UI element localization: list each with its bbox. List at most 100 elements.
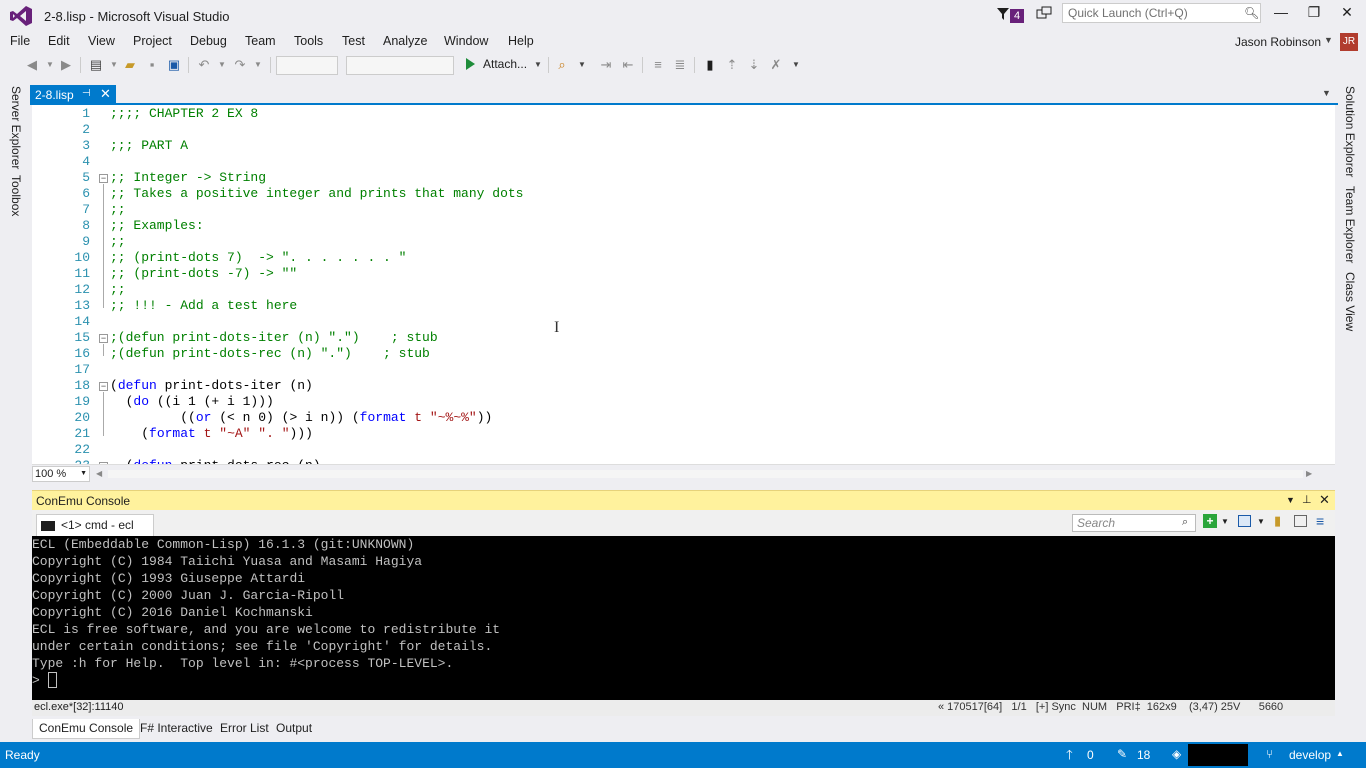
document-tab[interactable]: 2-8.lisp ⊣ ✕ bbox=[30, 85, 116, 105]
class-view-tab[interactable]: Class View bbox=[1343, 272, 1357, 331]
close-tab-icon[interactable]: ✕ bbox=[100, 86, 111, 102]
chevron-down-icon[interactable]: ▼ bbox=[42, 57, 58, 73]
quick-launch-input[interactable]: Quick Launch (Ctrl+Q) bbox=[1062, 3, 1261, 23]
redo-icon[interactable]: ↷ bbox=[232, 57, 248, 73]
console-output[interactable]: ECL (Embeddable Common-Lisp) 16.1.3 (git… bbox=[32, 536, 1335, 700]
repository-name-redacted[interactable] bbox=[1188, 744, 1248, 766]
window-mode-icon[interactable] bbox=[1294, 515, 1307, 527]
menu-analyze[interactable]: Analyze bbox=[383, 34, 427, 48]
repository-icon[interactable]: ◈ bbox=[1172, 747, 1181, 761]
menu-help[interactable]: Help bbox=[508, 34, 534, 48]
previous-bookmark-icon[interactable]: ⇡ bbox=[724, 57, 740, 73]
lock-icon[interactable]: ▮ bbox=[1274, 513, 1281, 529]
collapse-icon[interactable]: − bbox=[99, 382, 108, 391]
menu-icon[interactable]: ≡ bbox=[1316, 513, 1324, 529]
notification-flag-icon[interactable] bbox=[996, 7, 1010, 21]
horizontal-scrollbar[interactable] bbox=[108, 470, 1303, 478]
code-editor[interactable]: 1 ;;;; CHAPTER 2 EX 8 2 3 ;;; PART A 4 5 ;; Int… bbox=[32, 105, 1335, 466]
chevron-down-icon[interactable]: ▼ bbox=[1286, 495, 1295, 505]
back-icon[interactable]: ◀ bbox=[24, 57, 40, 73]
avatar[interactable]: JR bbox=[1340, 33, 1358, 51]
chevron-down-icon[interactable]: ▼ bbox=[80, 470, 87, 477]
pin-icon[interactable]: ⊥ bbox=[1302, 493, 1312, 506]
arrow-up-icon[interactable]: 🡑︎ bbox=[1066, 746, 1073, 768]
search-icon[interactable]: 🔍︎ bbox=[1244, 6, 1259, 20]
scroll-right-icon[interactable]: ▶ bbox=[1306, 469, 1312, 478]
start-debug-icon[interactable] bbox=[466, 58, 475, 70]
chevron-down-icon[interactable]: ▼ bbox=[106, 57, 122, 73]
chevron-down-icon[interactable]: ▼ bbox=[1257, 517, 1265, 526]
tab-list-dropdown-icon[interactable]: ▼ bbox=[1322, 88, 1331, 98]
feedback-icon[interactable] bbox=[1036, 6, 1052, 22]
tab-fsharp-interactive[interactable]: F# Interactive bbox=[134, 719, 219, 739]
team-explorer-tab[interactable]: Team Explorer bbox=[1343, 186, 1357, 263]
menu-team[interactable]: Team bbox=[245, 34, 276, 48]
menu-tools[interactable]: Tools bbox=[294, 34, 323, 48]
outdent-icon[interactable]: ⇤ bbox=[620, 57, 636, 73]
outline-line bbox=[103, 184, 104, 308]
branch-icon[interactable]: ⑂ bbox=[1266, 747, 1273, 761]
tab-output[interactable]: Output bbox=[270, 719, 318, 739]
new-console-icon[interactable]: + bbox=[1203, 514, 1217, 528]
menu-file[interactable]: File bbox=[10, 34, 30, 48]
menu-view[interactable]: View bbox=[88, 34, 115, 48]
find-in-files-icon[interactable]: ⌕ bbox=[554, 57, 570, 73]
new-project-icon[interactable]: ▤ bbox=[88, 57, 104, 73]
indent-icon[interactable]: ⇥ bbox=[598, 57, 614, 73]
search-icon[interactable]: ⌕ bbox=[1182, 516, 1188, 529]
save-icon[interactable]: ▪ bbox=[144, 57, 160, 73]
chevron-down-icon[interactable]: ▼ bbox=[1221, 517, 1229, 526]
next-bookmark-icon[interactable]: ⇣ bbox=[746, 57, 762, 73]
close-panel-icon[interactable]: ✕ bbox=[1319, 492, 1330, 508]
console-tab[interactable]: <1> cmd - ecl bbox=[36, 514, 154, 536]
console-line: Copyright (C) 1993 Giuseppe Attardi bbox=[32, 571, 306, 586]
solution-platform-select[interactable] bbox=[346, 56, 454, 75]
tab-conemu-console[interactable]: ConEmu Console bbox=[32, 719, 141, 739]
uncomment-lines-icon[interactable]: ≣ bbox=[672, 57, 688, 73]
toolbar-overflow-icon[interactable]: ▼ bbox=[788, 57, 804, 73]
server-explorer-tab[interactable]: Server Explorer bbox=[9, 86, 23, 169]
menu-window[interactable]: Window bbox=[444, 34, 488, 48]
panes-icon[interactable] bbox=[1238, 515, 1251, 527]
close-window-button[interactable]: ✕ bbox=[1332, 4, 1362, 26]
branch-name[interactable]: develop bbox=[1289, 748, 1331, 762]
chevron-up-icon[interactable]: ▲ bbox=[1336, 749, 1344, 758]
menu-debug[interactable]: Debug bbox=[190, 34, 227, 48]
collapse-icon[interactable]: − bbox=[99, 334, 108, 343]
unpushed-commits-count[interactable]: 0 bbox=[1087, 748, 1094, 762]
forward-icon[interactable]: ▶ bbox=[58, 57, 74, 73]
scroll-left-icon[interactable]: ◀ bbox=[96, 469, 102, 478]
code-line: (defun print-dots-iter (n) bbox=[110, 378, 313, 393]
toolbox-tab[interactable]: Toolbox bbox=[9, 175, 23, 216]
console-search-input[interactable]: Search bbox=[1072, 514, 1196, 532]
chevron-down-icon[interactable]: ▼ bbox=[574, 57, 590, 73]
user-name[interactable]: Jason Robinson bbox=[1235, 35, 1321, 49]
save-all-icon[interactable]: ▣ bbox=[166, 57, 182, 73]
open-file-icon[interactable]: ▰ bbox=[122, 57, 138, 73]
collapse-icon[interactable]: − bbox=[99, 174, 108, 183]
minimize-button[interactable]: — bbox=[1266, 4, 1296, 26]
conemu-tab-bar: <1> cmd - ecl Search ⌕ + ▼ ▼ ▮ ≡ bbox=[32, 510, 1335, 536]
pencil-icon[interactable]: ✎ bbox=[1117, 747, 1127, 761]
maximize-button[interactable]: ❐ bbox=[1299, 4, 1329, 26]
bookmark-icon[interactable]: ▮ bbox=[702, 57, 718, 73]
pin-icon[interactable]: ⊣ bbox=[82, 88, 91, 99]
console-line: under certain conditions; see file 'Copy… bbox=[32, 639, 493, 654]
notification-count-badge[interactable]: 4 bbox=[1010, 9, 1025, 23]
chevron-down-icon[interactable]: ▼ bbox=[250, 57, 266, 73]
comment-lines-icon[interactable]: ≡ bbox=[650, 57, 666, 73]
clear-bookmarks-icon[interactable]: ✗ bbox=[768, 57, 784, 73]
tab-error-list[interactable]: Error List bbox=[214, 719, 275, 739]
attach-button[interactable]: Attach... bbox=[483, 57, 527, 71]
solution-explorer-tab[interactable]: Solution Explorer bbox=[1343, 86, 1357, 177]
undo-icon[interactable]: ↶ bbox=[196, 57, 212, 73]
zoom-select[interactable]: 100 % ▼ bbox=[32, 466, 90, 482]
menu-project[interactable]: Project bbox=[133, 34, 172, 48]
menu-test[interactable]: Test bbox=[342, 34, 365, 48]
chevron-down-icon[interactable]: ▼ bbox=[214, 57, 230, 73]
chevron-down-icon[interactable]: ▼ bbox=[1324, 35, 1333, 45]
menu-edit[interactable]: Edit bbox=[48, 34, 70, 48]
solution-config-select[interactable] bbox=[276, 56, 338, 75]
pending-changes-count[interactable]: 18 bbox=[1137, 748, 1150, 762]
chevron-down-icon[interactable]: ▼ bbox=[530, 57, 546, 73]
